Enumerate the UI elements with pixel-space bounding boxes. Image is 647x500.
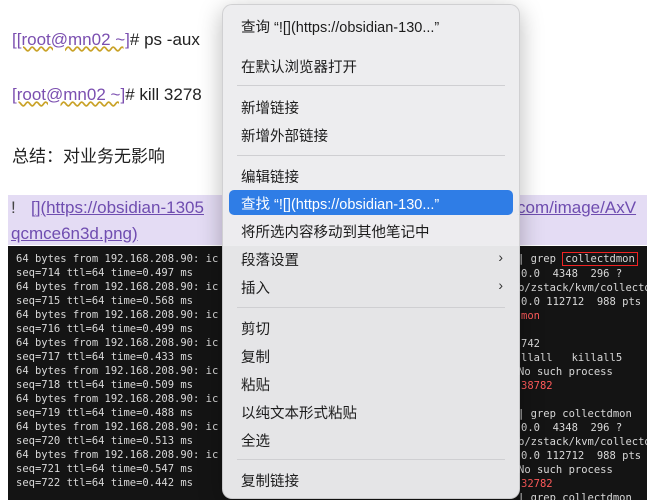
terminal-output: mon [521,310,540,322]
prompt-text: [root@mn02 ~] [16,30,130,49]
menu-item-open-in-browser[interactable]: 在默认浏览器打开 [229,53,513,78]
menu-item-label: 复制 [241,350,270,366]
menu-item-label: 将所选内容移动到其他笔记中 [241,225,430,241]
terminal-ping-line: seq=714 ttl=64 time=0.497 ms [16,267,194,279]
menu-item-cut[interactable]: 剪切 [229,315,513,340]
terminal-output: b/zstack/kvm/collecto [518,282,647,294]
link-text-tail[interactable]: qcmce6n3d.png) [11,224,138,244]
menu-item-add-external-link[interactable]: 新增外部链接 [229,122,513,147]
menu-item-label: 以纯文本形式粘贴 [241,406,357,422]
menu-item-paragraph-settings[interactable]: 段落设置 › [229,246,513,271]
menu-divider [237,85,505,86]
chevron-right-icon: › [498,277,503,293]
menu-item-move-to-note[interactable]: 将所选内容移动到其他笔记中 [229,218,513,243]
terminal-output: 0.0 4348 296 ? [521,422,623,434]
menu-item-label: 在默认浏览器打开 [241,60,357,76]
terminal-ping-line: seq=718 ttl=64 time=0.509 ms [16,379,194,391]
terminal-output: 32782 [521,478,553,490]
terminal-output: 0.0 112712 988 pts [521,450,642,462]
prompt-text: [root@mn02 ~] [12,85,126,104]
menu-item-edit-link[interactable]: 编辑链接 [229,163,513,188]
menu-item-paste[interactable]: 粘贴 [229,371,513,396]
menu-divider [237,307,505,308]
menu-divider [237,155,505,156]
terminal-ping-line: seq=717 ttl=64 time=0.433 ms [16,351,194,363]
terminal-ping-line: 64 bytes from 192.168.208.90: ic [16,365,219,377]
menu-item-insert[interactable]: 插入 › [229,274,513,299]
terminal-ping-line: seq=715 ttl=64 time=0.568 ms [16,295,194,307]
menu-item-copy-link[interactable]: 复制链接 [229,467,513,492]
shell-prompt: [root@mn02 ~] [12,85,125,104]
menu-item-label: 查找 “![](https://obsidian-130...” [241,197,440,213]
highlighted-process: collectdmon [562,252,638,266]
menu-item-select-all[interactable]: 全选 [229,427,513,452]
menu-item-label: 粘贴 [241,378,270,394]
terminal-output: | grep collectdmon [518,408,632,420]
terminal-ping-line: 64 bytes from 192.168.208.90: ic [16,449,219,461]
terminal-output: 0.0 4348 296 ? [521,268,623,280]
menu-item-label: 段落设置 [241,253,299,269]
terminal-ping-line: seq=721 ttl=64 time=0.547 ms [16,463,194,475]
terminal-output: 0.0 112712 988 pts [521,296,642,308]
menu-item-label: 编辑链接 [241,170,299,186]
terminal-output: 742 [521,338,540,350]
terminal-ping-line: seq=722 ttl=64 time=0.442 ms [16,477,194,489]
terminal-output: No such process [518,366,613,378]
terminal-output: | grep collectdmon [518,492,632,500]
menu-item-label: 查询 “![](https://obsidian-130...” [241,20,440,36]
menu-item-label: 新增外部链接 [241,129,328,145]
link-prefix: ! [11,198,16,217]
terminal-ping-line: 64 bytes from 192.168.208.90: ic [16,337,219,349]
terminal-grep-line: | grep collectdmon [518,252,638,266]
menu-item-label: 复制链接 [241,474,299,490]
terminal-ping-line: 64 bytes from 192.168.208.90: ic [16,309,219,321]
chevron-right-icon: › [498,249,503,265]
menu-item-label: 全选 [241,434,270,450]
command-line-kill[interactable]: [root@mn02 ~]# kill 3278 [12,85,202,105]
terminal-output: b/zstack/kvm/collecto [518,436,647,448]
menu-item-find[interactable]: 查找 “![](https://obsidian-130...” [229,190,513,215]
menu-item-label: 插入 [241,281,270,297]
terminal-ping-line: 64 bytes from 192.168.208.90: ic [16,421,219,433]
terminal-ping-line: 64 bytes from 192.168.208.90: ic [16,253,219,265]
command-text: # ps -aux [129,30,200,49]
terminal-ping-line: seq=716 ttl=64 time=0.499 ms [16,323,194,335]
terminal-output: No such process [518,464,613,476]
context-menu: 查询 “![](https://obsidian-130...” 在默认浏览器打… [222,4,520,499]
menu-item-copy[interactable]: 复制 [229,343,513,368]
terminal-ping-line: seq=719 ttl=64 time=0.488 ms [16,407,194,419]
summary-line: 总结：对业务无影响 [12,147,165,166]
terminal-ping-line: 64 bytes from 192.168.208.90: ic [16,393,219,405]
command-text: # kill 3278 [125,85,202,104]
terminal-ping-line: 64 bytes from 192.168.208.90: ic [16,281,219,293]
menu-item-paste-plain-text[interactable]: 以纯文本形式粘贴 [229,399,513,424]
menu-item-lookup[interactable]: 查询 “![](https://obsidian-130...” [229,13,513,38]
link-text-end[interactable]: com/image/AxV [517,198,636,218]
terminal-output: 38782 [521,380,553,392]
menu-item-label: 新增链接 [241,101,299,117]
command-line-ps[interactable]: [[root@mn02 ~]# ps -aux [12,30,200,50]
shell-prompt: [[root@mn02 ~] [12,30,130,49]
menu-divider [237,459,505,460]
link-text-start[interactable]: [](https://obsidian-1305 [31,198,204,218]
menu-item-label: 剪切 [241,322,270,338]
grep-text: | grep [518,253,556,265]
menu-item-add-link[interactable]: 新增链接 [229,94,513,119]
terminal-output: llall killall5 [521,352,623,364]
terminal-ping-line: seq=720 ttl=64 time=0.513 ms [16,435,194,447]
